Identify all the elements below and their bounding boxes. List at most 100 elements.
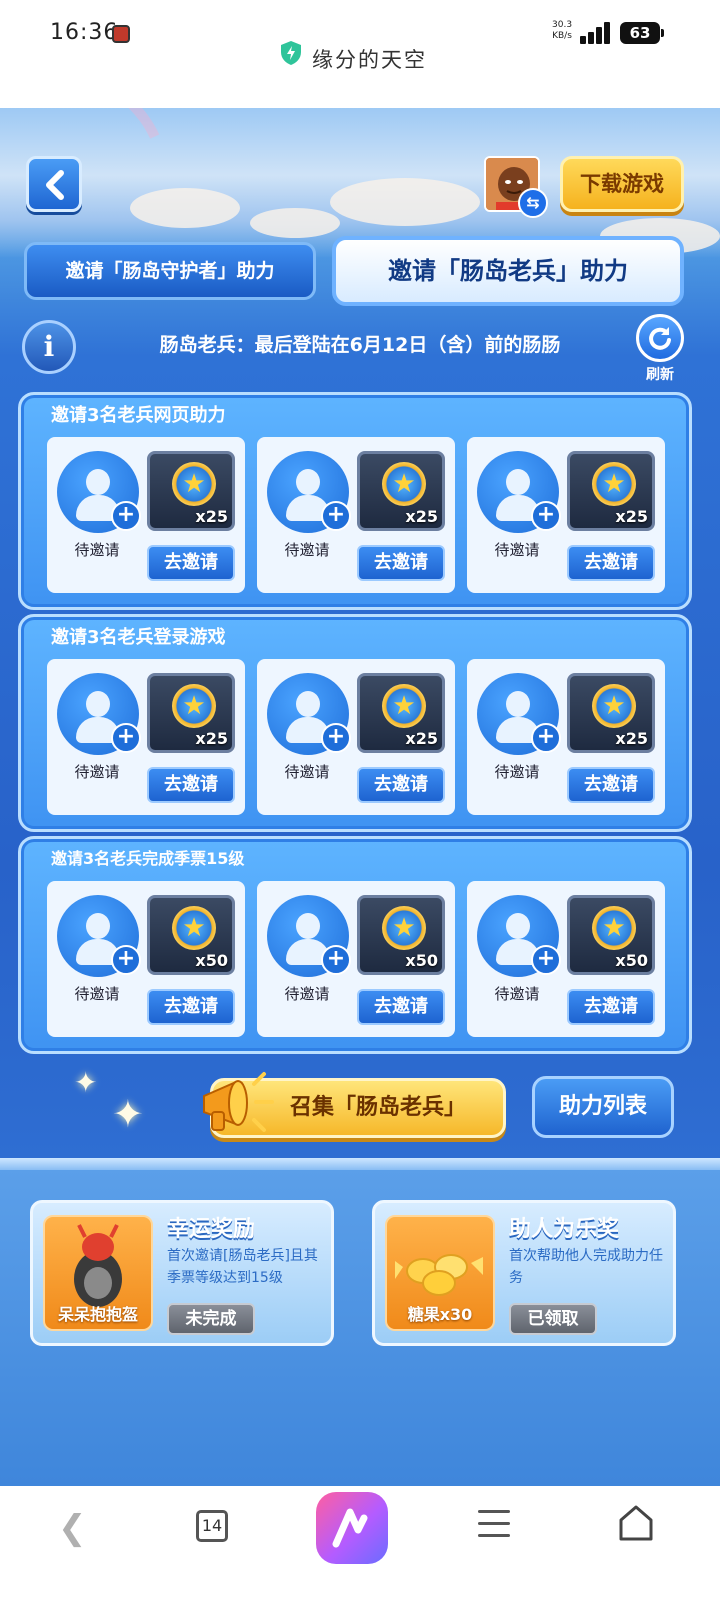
- award-title: 助人为乐奖: [509, 1217, 620, 1242]
- browser-back-icon[interactable]: ❮: [58, 1508, 87, 1548]
- go-invite-button[interactable]: 去邀请: [147, 767, 235, 803]
- award-status-button[interactable]: 已领取: [509, 1303, 597, 1335]
- go-invite-button[interactable]: 去邀请: [147, 989, 235, 1025]
- invite-status: 待邀请: [284, 985, 330, 1003]
- star-coin-icon: ★: [592, 462, 636, 506]
- invite-slot: + 待邀请 ★ x25 去邀请: [257, 659, 455, 815]
- plus-icon[interactable]: +: [531, 723, 561, 753]
- star-coin-icon: ★: [592, 684, 636, 728]
- star-coin-icon: ★: [172, 906, 216, 950]
- cloud-decoration: [250, 208, 340, 238]
- browser-logo-icon: [332, 1508, 368, 1548]
- invite-slot: + 待邀请 ★ x25 去邀请: [257, 437, 455, 593]
- network-speed-value: 30.3: [552, 20, 573, 30]
- star-coin-icon: ★: [172, 462, 216, 506]
- megaphone-icon: [203, 1072, 274, 1132]
- reward-item: ★ x25: [147, 673, 235, 753]
- back-button[interactable]: [26, 156, 82, 212]
- reward-item: ★ x25: [567, 451, 655, 531]
- download-game-button[interactable]: 下载游戏: [560, 156, 684, 212]
- browser-logo-button[interactable]: [316, 1492, 388, 1564]
- go-invite-button[interactable]: 去邀请: [567, 989, 655, 1025]
- assist-list-button[interactable]: 助力列表: [532, 1076, 674, 1138]
- reward-quantity: x25: [405, 507, 438, 526]
- invite-status: 待邀请: [74, 763, 120, 781]
- refresh-button[interactable]: [636, 314, 684, 362]
- notification-app-icon: [112, 25, 130, 43]
- plus-icon[interactable]: +: [111, 945, 141, 975]
- award-item-name: 呆呆抱抱盔: [57, 1305, 138, 1324]
- tab-veteran-invite[interactable]: 邀请「肠岛老兵」助力: [332, 236, 684, 306]
- award-description: 首次帮助他人完成助力任务: [509, 1248, 663, 1286]
- sparkle-icon: ✦: [74, 1066, 98, 1099]
- task-panel-login-game: 邀请3名老兵登录游戏 + 待邀请 ★ x25 去邀请 + 待邀请 ★ x25 去邀请…: [18, 614, 692, 832]
- plus-icon[interactable]: +: [111, 723, 141, 753]
- invite-status: 待邀请: [284, 541, 330, 559]
- invite-status: 待邀请: [74, 541, 120, 559]
- task-title: 邀请3名老兵网页助力: [51, 405, 226, 426]
- plus-icon[interactable]: +: [321, 501, 351, 531]
- go-invite-button[interactable]: 去邀请: [357, 767, 445, 803]
- star-coin-icon: ★: [172, 684, 216, 728]
- award-title: 幸运奖励: [167, 1217, 256, 1242]
- go-invite-button[interactable]: 去邀请: [357, 989, 445, 1025]
- reward-item: ★ x25: [357, 673, 445, 753]
- home-icon[interactable]: [618, 1504, 654, 1542]
- menu-icon[interactable]: [478, 1510, 510, 1538]
- page-title: 缘分的天空: [312, 48, 427, 72]
- reward-quantity: x50: [615, 951, 648, 970]
- go-invite-button[interactable]: 去邀请: [567, 545, 655, 581]
- award-item-image: 糖果x30: [385, 1215, 495, 1331]
- network-speed: 30.3 KB/s: [552, 20, 572, 42]
- network-speed-unit: KB/s: [552, 31, 572, 41]
- star-coin-icon: ★: [592, 906, 636, 950]
- reward-quantity: x50: [405, 951, 438, 970]
- section-divider: [0, 1158, 720, 1170]
- reward-quantity: x25: [615, 507, 648, 526]
- invite-status: 待邀请: [284, 763, 330, 781]
- invite-slot: + 待邀请 ★ x25 去邀请: [47, 659, 245, 815]
- reward-item: ★ x25: [357, 451, 445, 531]
- invite-slot: + 待邀请 ★ x50 去邀请: [47, 881, 245, 1037]
- notice-text: 肠岛老兵：最后登陆在6月12日（含）前的肠肠: [159, 334, 561, 356]
- tab-count-button[interactable]: 14: [196, 1510, 228, 1542]
- plus-icon[interactable]: +: [111, 501, 141, 531]
- award-item-image: 呆呆抱抱盔: [43, 1215, 153, 1331]
- signal-icon: [580, 22, 612, 44]
- secure-shield-icon: [281, 41, 301, 65]
- lucky-award-card: 呆呆抱抱盔 幸运奖励 首次邀请[肠岛老兵]且其季票等级达到15级 未完成: [30, 1200, 334, 1346]
- reward-quantity: x50: [195, 951, 228, 970]
- go-invite-button[interactable]: 去邀请: [357, 545, 445, 581]
- star-coin-icon: ★: [382, 462, 426, 506]
- refresh-label: 刷新: [646, 367, 674, 383]
- plus-icon[interactable]: +: [321, 723, 351, 753]
- go-invite-button[interactable]: 去邀请: [147, 545, 235, 581]
- reward-item: ★ x25: [567, 673, 655, 753]
- task-title: 邀请3名老兵完成季票15级: [51, 849, 245, 868]
- reward-item: ★ x50: [147, 895, 235, 975]
- invite-slot: + 待邀请 ★ x25 去邀请: [467, 437, 665, 593]
- chevron-left-icon: [46, 170, 64, 200]
- info-button[interactable]: i: [22, 320, 76, 374]
- star-coin-icon: ★: [382, 906, 426, 950]
- plus-icon[interactable]: +: [531, 501, 561, 531]
- game-page: ⇆ 下载游戏 邀请「肠岛守护者」助力 邀请「肠岛老兵」助力 i 肠岛老兵：最后登…: [0, 108, 720, 1486]
- swap-account-icon[interactable]: ⇆: [518, 188, 548, 218]
- cloud-decoration: [130, 188, 240, 228]
- plus-icon[interactable]: +: [321, 945, 351, 975]
- helper-award-card: 糖果x30 助人为乐奖 首次帮助他人完成助力任务 已领取: [372, 1200, 676, 1346]
- award-status-button[interactable]: 未完成: [167, 1303, 255, 1335]
- task-title: 邀请3名老兵登录游戏: [51, 627, 226, 648]
- tab-guardian-invite[interactable]: 邀请「肠岛守护者」助力: [24, 242, 316, 300]
- task-panel-web-assist: 邀请3名老兵网页助力 + 待邀请 ★ x25 去邀请 + 待邀请 ★ x25 去邀请…: [18, 392, 692, 610]
- reward-item: ★ x50: [567, 895, 655, 975]
- invite-status: 待邀请: [494, 985, 540, 1003]
- battery-icon: 63: [620, 22, 664, 44]
- task-panel-season-pass: 邀请3名老兵完成季票15级 + 待邀请 ★ x50 去邀请 + 待邀请 ★ x50 …: [18, 836, 692, 1054]
- invite-slot: + 待邀请 ★ x50 去邀请: [467, 881, 665, 1037]
- go-invite-button[interactable]: 去邀请: [567, 767, 655, 803]
- reward-quantity: x25: [195, 507, 228, 526]
- plus-icon[interactable]: +: [531, 945, 561, 975]
- browser-nav-bar: ❮ 14: [0, 1486, 720, 1600]
- invite-status: 待邀请: [494, 541, 540, 559]
